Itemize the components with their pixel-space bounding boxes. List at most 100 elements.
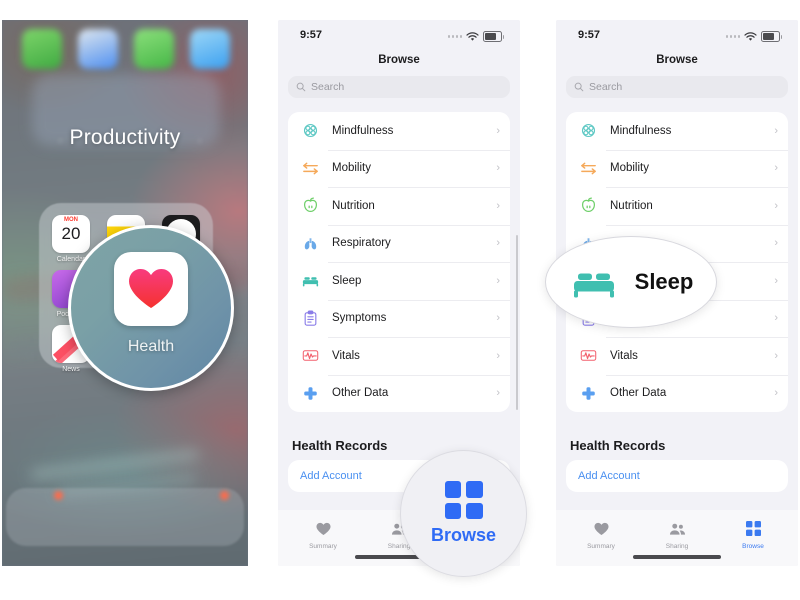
notification-badge — [220, 491, 229, 500]
arrows-horizontal-icon — [299, 157, 321, 179]
folder-title: Productivity — [69, 126, 181, 149]
tab-label: Browse — [742, 543, 764, 550]
tab-label: Summary — [309, 543, 337, 550]
list-item-label: Symptoms — [332, 312, 387, 325]
list-item-mobility[interactable]: Mobility › — [288, 149, 510, 188]
tab-label: Summary — [587, 543, 615, 550]
chevron-right-icon: › — [496, 274, 500, 287]
list-item-label: Mobility — [332, 162, 371, 175]
health-records-card: Add Account — [566, 460, 788, 492]
add-account-button[interactable]: Add Account — [300, 470, 362, 482]
dock-app-safari[interactable] — [78, 29, 118, 69]
category-list: Mindfulness › Mobility › — [288, 112, 510, 412]
arrows-horizontal-icon — [577, 157, 599, 179]
list-item-label: Nutrition — [332, 199, 375, 212]
health-heart-icon — [129, 269, 173, 308]
list-item-label: Other Data — [332, 387, 389, 400]
magnifier-tab-label: Browse — [430, 525, 497, 545]
people-icon — [669, 523, 685, 535]
dock — [6, 488, 244, 546]
add-account-button[interactable]: Add Account — [578, 470, 640, 482]
list-item-label: Mindfulness — [610, 124, 672, 137]
tab-bar: Summary Sharing Browse — [556, 510, 798, 566]
list-item-label: Other Data — [610, 387, 667, 400]
dock-app-phone[interactable] — [22, 29, 62, 69]
magnifier-browse-tab: Browse — [400, 450, 527, 577]
page-title: Browse — [378, 54, 420, 66]
list-item-vitals[interactable]: Vitals › — [566, 337, 788, 375]
list-item-other-data[interactable]: Other Data › — [566, 374, 788, 413]
list-item-label: Respiratory — [332, 237, 391, 250]
heart-icon — [593, 522, 609, 535]
chevron-right-icon: › — [774, 312, 778, 325]
status-bar: 9:57 — [278, 20, 520, 52]
grid-four-icon — [745, 521, 761, 536]
tab-sharing[interactable]: Sharing — [642, 522, 712, 550]
grid-four-icon — [444, 481, 483, 519]
status-time: 9:57 — [300, 29, 323, 41]
search-placeholder: Search — [311, 81, 345, 93]
tab-browse[interactable]: Browse — [718, 521, 788, 550]
iphone-home-screen-panel: Productivity MON 20 Calendar Notes Clock… — [2, 20, 248, 566]
bed-icon — [299, 270, 321, 292]
list-item-symptoms[interactable]: Symptoms › — [288, 299, 510, 338]
chevron-right-icon: › — [496, 124, 500, 137]
screenshot-stage: Productivity MON 20 Calendar Notes Clock… — [0, 0, 800, 600]
apple-icon — [299, 195, 321, 217]
list-item-other-data[interactable]: Other Data › — [288, 374, 510, 413]
chevron-right-icon: › — [496, 349, 500, 362]
list-item-nutrition[interactable]: Nutrition › — [288, 187, 510, 225]
list-item-respiratory[interactable]: Respiratory › — [288, 224, 510, 263]
tab-summary[interactable]: Summary — [288, 522, 358, 550]
cellular-dots-icon — [447, 35, 462, 38]
wifi-icon — [744, 31, 757, 41]
list-item-label: Vitals — [332, 349, 360, 362]
brain-icon — [577, 120, 599, 142]
bed-icon — [573, 273, 614, 298]
tab-label: Sharing — [665, 543, 689, 550]
magnifier-sleep-row: Sleep — [545, 236, 717, 328]
search-input[interactable]: Search — [566, 76, 788, 98]
status-time: 9:57 — [578, 29, 601, 41]
dock-app-messages[interactable] — [134, 29, 174, 69]
chevron-right-icon: › — [496, 312, 500, 325]
list-item-mindfulness[interactable]: Mindfulness › — [288, 112, 510, 150]
search-icon — [574, 82, 584, 92]
cellular-dots-icon — [725, 35, 740, 38]
chevron-right-icon: › — [496, 162, 500, 175]
list-item-mobility[interactable]: Mobility › — [566, 149, 788, 188]
magnifier-health-app: Health — [68, 225, 234, 391]
list-item-label: Mobility — [610, 162, 649, 175]
heartbeat-icon — [577, 345, 599, 367]
lungs-icon — [299, 232, 321, 254]
search-placeholder: Search — [589, 81, 623, 93]
list-item-sleep[interactable]: Sleep › — [288, 262, 510, 300]
heartbeat-icon — [299, 345, 321, 367]
home-indicator — [633, 555, 721, 559]
scrollbar[interactable] — [515, 235, 518, 410]
chevron-right-icon: › — [774, 162, 778, 175]
brain-icon — [299, 120, 321, 142]
list-item-nutrition[interactable]: Nutrition › — [566, 187, 788, 225]
list-item-label: Nutrition — [610, 199, 653, 212]
search-input[interactable]: Search — [288, 76, 510, 98]
list-item-label: Mindfulness — [332, 124, 394, 137]
magnifier-row-label: Sleep — [634, 269, 694, 294]
chevron-right-icon: › — [774, 237, 778, 250]
chevron-right-icon: › — [496, 387, 500, 400]
notification-badge — [54, 491, 63, 500]
wifi-icon — [466, 31, 479, 41]
chevron-right-icon: › — [774, 199, 778, 212]
search-icon — [296, 82, 306, 92]
section-heading-health-records: Health Records — [570, 438, 666, 453]
dock-app-mail[interactable] — [190, 29, 230, 69]
heart-icon — [315, 522, 331, 535]
chevron-right-icon: › — [774, 124, 778, 137]
list-item-mindfulness[interactable]: Mindfulness › — [566, 112, 788, 150]
page-title: Browse — [656, 54, 698, 66]
chevron-right-icon: › — [774, 349, 778, 362]
chevron-right-icon: › — [774, 387, 778, 400]
list-item-vitals[interactable]: Vitals › — [288, 337, 510, 375]
battery-icon — [483, 31, 504, 42]
tab-summary[interactable]: Summary — [566, 522, 636, 550]
